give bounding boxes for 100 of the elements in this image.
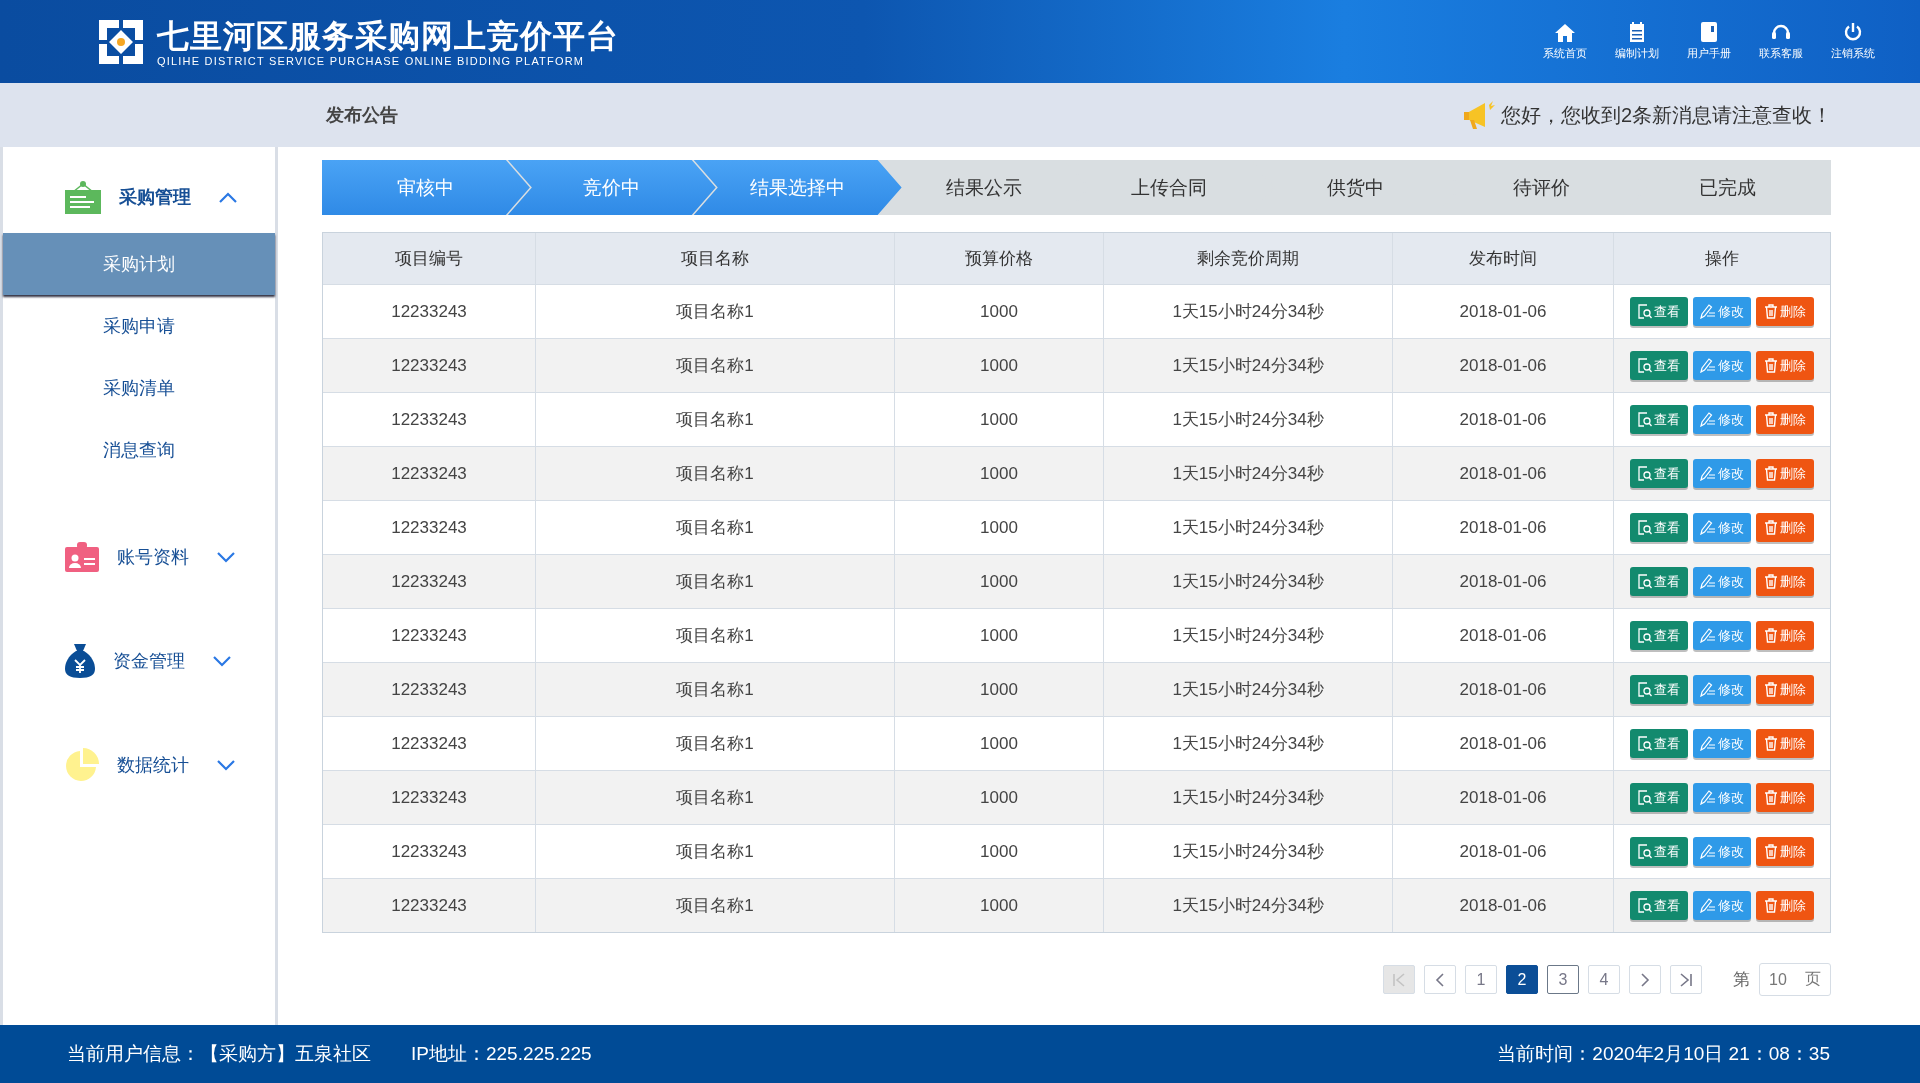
- pencil-icon: [1699, 844, 1716, 859]
- table-cell: 1000: [895, 771, 1104, 824]
- view-button[interactable]: 查看: [1629, 459, 1688, 488]
- table-cell: 项目名称1: [536, 447, 895, 500]
- delete-button[interactable]: 删除: [1755, 567, 1814, 596]
- table-cell: 2018-01-06: [1393, 555, 1614, 608]
- pencil-icon: [1699, 520, 1716, 535]
- header-nav-link[interactable]: 系统首页: [1538, 24, 1592, 61]
- delete-button[interactable]: 删除: [1755, 351, 1814, 380]
- view-button[interactable]: 查看: [1629, 621, 1688, 650]
- delete-button[interactable]: 删除: [1755, 891, 1814, 920]
- header-nav-link[interactable]: 编制计划: [1610, 22, 1664, 61]
- sidebar-item[interactable]: 采购计划: [3, 233, 275, 295]
- edit-button[interactable]: 修改: [1692, 513, 1751, 542]
- column-header: 发布时间: [1393, 233, 1614, 284]
- previous-page-button[interactable]: [1424, 965, 1456, 994]
- table-cell: 1天15小时24分34秒: [1104, 663, 1393, 716]
- table-cell: 1天15小时24分34秒: [1104, 879, 1393, 932]
- table-cell: 2018-01-06: [1393, 447, 1614, 500]
- view-button[interactable]: 查看: [1629, 783, 1688, 812]
- table-cell: 项目名称1: [536, 771, 895, 824]
- trash-icon: [1763, 466, 1778, 481]
- sidebar-item[interactable]: 消息查询: [3, 419, 275, 481]
- table-cell: 2018-01-06: [1393, 663, 1614, 716]
- view-button[interactable]: 查看: [1629, 513, 1688, 542]
- delete-button[interactable]: 删除: [1755, 621, 1814, 650]
- document-search-icon: [1637, 790, 1652, 805]
- pencil-icon: [1699, 412, 1716, 427]
- header-nav-link[interactable]: 用户手册: [1682, 22, 1736, 61]
- trash-icon: [1763, 844, 1778, 859]
- edit-button[interactable]: 修改: [1692, 891, 1751, 920]
- book-icon: [1701, 22, 1717, 42]
- delete-button[interactable]: 删除: [1755, 459, 1814, 488]
- edit-button[interactable]: 修改: [1692, 351, 1751, 380]
- edit-button[interactable]: 修改: [1692, 783, 1751, 812]
- next-page-button[interactable]: [1629, 965, 1661, 994]
- last-page-button[interactable]: [1670, 965, 1702, 994]
- page-jump-field[interactable]: 10 页: [1759, 963, 1831, 996]
- document-search-icon: [1637, 358, 1652, 373]
- column-header: 操作: [1703, 248, 1740, 270]
- sidebar-item[interactable]: 采购清单: [3, 357, 275, 419]
- signboard-icon: [65, 180, 101, 214]
- sidebar-group[interactable]: 资金管理: [3, 633, 275, 689]
- notice-text: 您好，您收到2条新消息请注意查收！: [1500, 102, 1832, 128]
- edit-button[interactable]: 修改: [1692, 621, 1751, 650]
- sidebar-group[interactable]: 采购管理: [3, 169, 275, 225]
- trash-icon: [1763, 412, 1778, 427]
- edit-button[interactable]: 修改: [1692, 675, 1751, 704]
- edit-button[interactable]: 修改: [1692, 297, 1751, 326]
- power-icon: [1843, 22, 1863, 42]
- table-cell: 项目名称1: [536, 879, 895, 932]
- trash-icon: [1763, 574, 1778, 589]
- edit-button[interactable]: 修改: [1692, 459, 1751, 488]
- sidebar-group[interactable]: 账号资料: [3, 529, 275, 585]
- table-cell: 1000: [895, 663, 1104, 716]
- table-cell: 12233243: [323, 447, 536, 500]
- view-button[interactable]: 查看: [1629, 837, 1688, 866]
- delete-button[interactable]: 删除: [1755, 675, 1814, 704]
- chevron-right-icon: [1640, 972, 1650, 987]
- view-button[interactable]: 查看: [1629, 567, 1688, 596]
- view-button[interactable]: 查看: [1629, 891, 1688, 920]
- document-search-icon: [1637, 628, 1652, 643]
- page-button[interactable]: 3: [1547, 965, 1579, 994]
- view-button[interactable]: 查看: [1629, 405, 1688, 434]
- edit-button[interactable]: 修改: [1692, 405, 1751, 434]
- sidebar-group[interactable]: 数据统计: [3, 737, 275, 793]
- edit-button[interactable]: 修改: [1692, 837, 1751, 866]
- view-button[interactable]: 查看: [1629, 297, 1688, 326]
- delete-button[interactable]: 删除: [1755, 405, 1814, 434]
- trash-icon: [1763, 790, 1778, 805]
- table-cell: 12233243: [323, 879, 536, 932]
- delete-button[interactable]: 删除: [1755, 297, 1814, 326]
- view-button[interactable]: 查看: [1629, 675, 1688, 704]
- delete-button[interactable]: 删除: [1755, 837, 1814, 866]
- trash-icon: [1763, 628, 1778, 643]
- edit-button[interactable]: 修改: [1692, 729, 1751, 758]
- sidebar-item[interactable]: 采购申请: [3, 295, 275, 357]
- pie-chart-icon: [65, 748, 99, 782]
- view-button[interactable]: 查看: [1629, 351, 1688, 380]
- trash-icon: [1763, 736, 1778, 751]
- delete-button[interactable]: 删除: [1755, 783, 1814, 812]
- page-button[interactable]: 2: [1506, 965, 1538, 994]
- edit-button[interactable]: 修改: [1692, 567, 1751, 596]
- chevron-up-icon: [219, 191, 237, 203]
- money-bag-icon: [65, 644, 95, 678]
- document-search-icon: [1637, 304, 1652, 319]
- header-nav-link[interactable]: 联系客服: [1754, 22, 1808, 61]
- document-search-icon: [1637, 844, 1652, 859]
- delete-button[interactable]: 删除: [1755, 729, 1814, 758]
- table-cell: 项目名称1: [536, 555, 895, 608]
- delete-button[interactable]: 删除: [1755, 513, 1814, 542]
- table-cell: 12233243: [323, 339, 536, 392]
- page-button[interactable]: 4: [1588, 965, 1620, 994]
- trash-icon: [1763, 520, 1778, 535]
- view-button[interactable]: 查看: [1629, 729, 1688, 758]
- page-button[interactable]: 1: [1465, 965, 1497, 994]
- site-title: 七里河区服务采购网上竞价平台: [157, 16, 619, 55]
- table-cell: 1000: [895, 879, 1104, 932]
- header-nav-link[interactable]: 注销系统: [1826, 22, 1880, 61]
- trash-icon: [1763, 898, 1778, 913]
